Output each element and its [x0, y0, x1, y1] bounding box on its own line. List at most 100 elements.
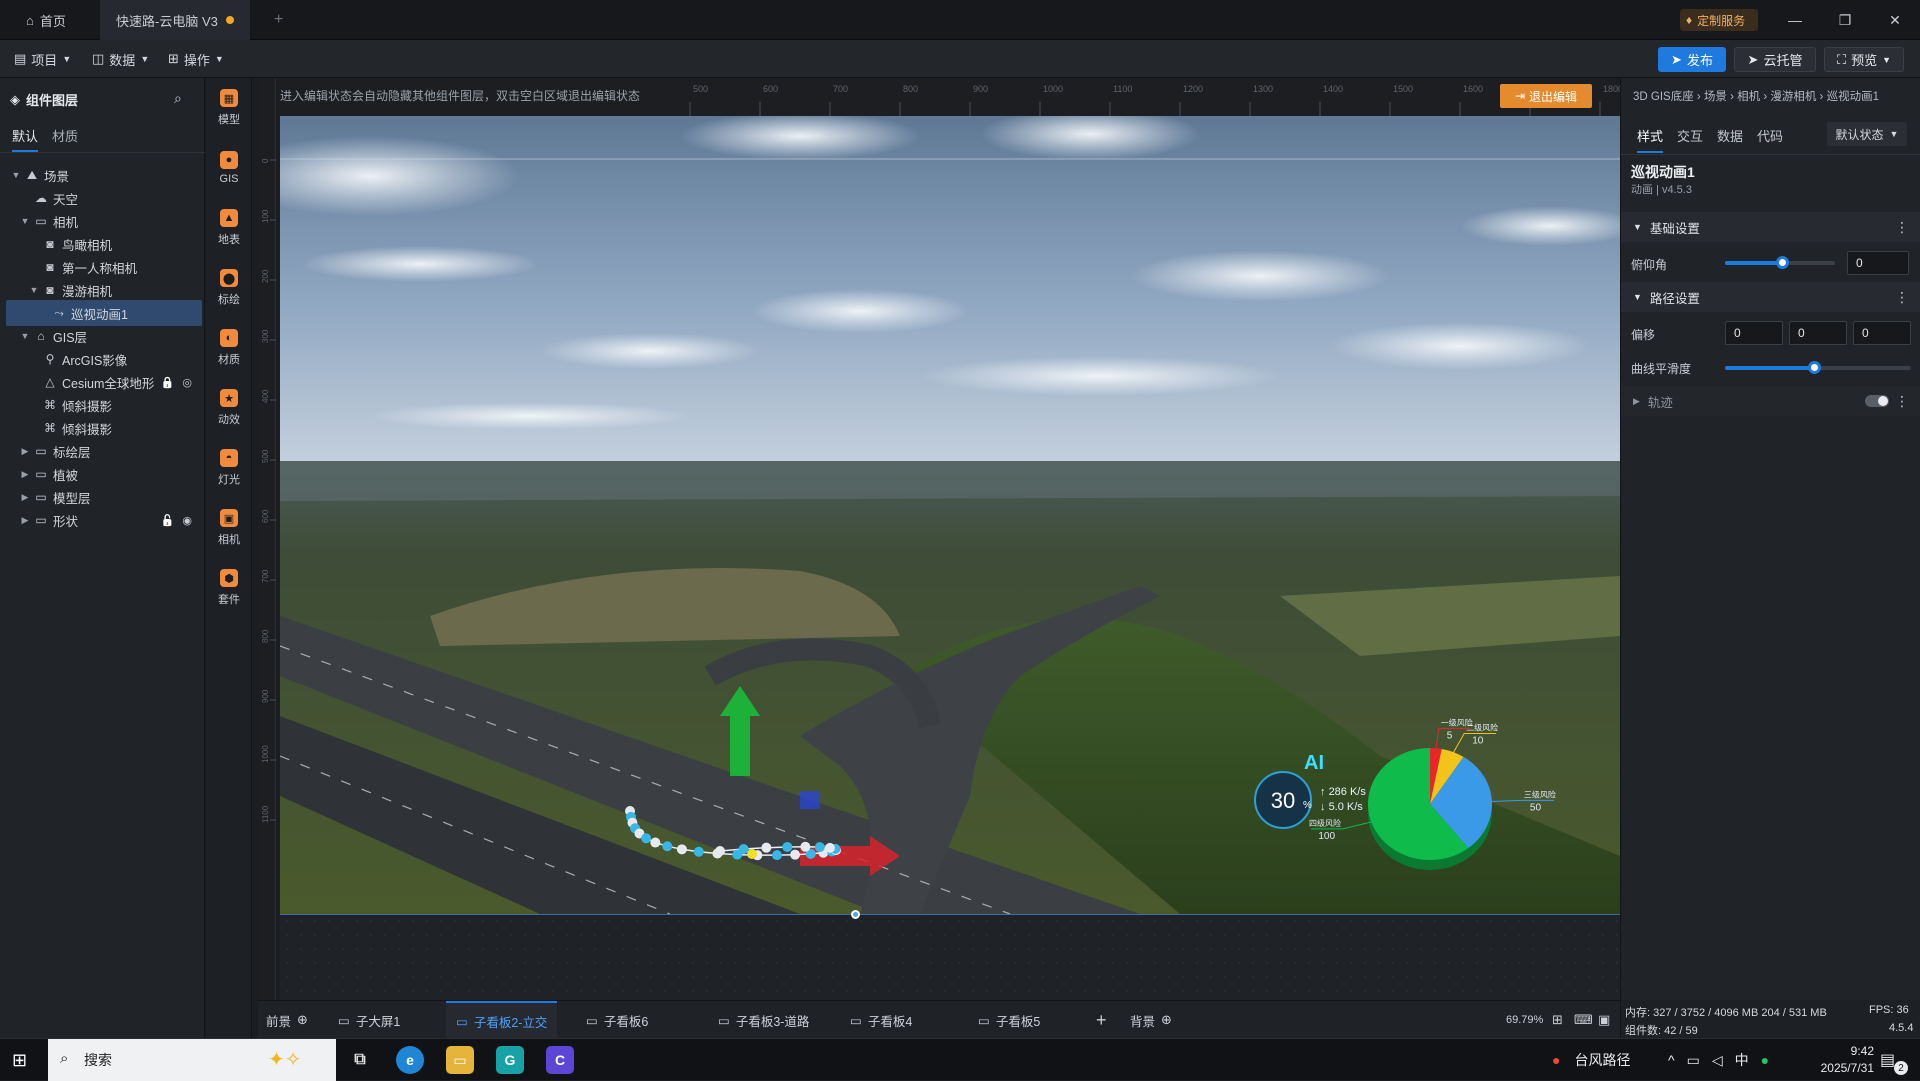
keyboard-icon[interactable]: ⌨ — [1574, 1001, 1593, 1039]
tab-style[interactable]: 样式 — [1637, 126, 1664, 153]
patrol-waypoint[interactable] — [761, 842, 772, 853]
state-select[interactable]: 默认状态 ▼ — [1827, 122, 1907, 146]
tab-material[interactable]: 材质 — [52, 126, 78, 145]
clock[interactable]: 9:42 2025/7/31 — [1802, 1043, 1874, 1077]
app-g-icon[interactable]: G — [496, 1046, 524, 1074]
more-icon[interactable]: ⋮ — [1895, 219, 1909, 236]
minimize-button[interactable]: — — [1772, 0, 1818, 40]
collapse-arrow-icon[interactable]: ▶ — [19, 446, 31, 457]
ime-indicator[interactable]: 中 — [1735, 1050, 1749, 1070]
publish-button[interactable]: ➤ 发布 — [1658, 47, 1726, 72]
patrol-waypoint[interactable] — [641, 833, 652, 844]
rail-item[interactable]: ◐ 材质 — [206, 320, 252, 376]
tab-home[interactable]: ⌂ 首页 — [10, 0, 90, 40]
expand-arrow-icon[interactable]: ▼ — [19, 331, 31, 341]
network-icon[interactable]: ▭ — [1687, 1052, 1700, 1069]
expand-arrow-icon[interactable]: ▼ — [28, 285, 40, 295]
menu-operation[interactable]: ⊞ 操作 ▼ — [168, 48, 224, 70]
volume-icon[interactable]: ◁ — [1712, 1052, 1723, 1069]
collapse-arrow-icon[interactable]: ▶ — [19, 515, 31, 526]
file-explorer-icon[interactable]: ▭ — [446, 1046, 474, 1074]
patrol-waypoint[interactable] — [676, 844, 687, 855]
trail-toggle[interactable] — [1865, 395, 1889, 407]
windows-start-icon[interactable]: ⊞ — [12, 1050, 27, 1071]
tab-interaction[interactable]: 交互 — [1677, 126, 1703, 145]
edge-browser-icon[interactable]: e — [396, 1046, 424, 1074]
eye-icon[interactable]: ◉ — [182, 514, 192, 527]
custom-service-button[interactable]: ♦ 定制服务 — [1680, 9, 1758, 31]
chevron-up-icon[interactable]: ^ — [1668, 1052, 1675, 1068]
offset-x-input[interactable]: 0 — [1725, 321, 1783, 345]
foreground-tab[interactable]: 前景 ⊕ — [266, 1001, 308, 1039]
patrol-current-point[interactable] — [747, 849, 757, 859]
menu-data[interactable]: ◫ 数据 ▼ — [92, 48, 149, 70]
search-icon[interactable]: ⌕ — [174, 90, 182, 107]
add-circle-icon[interactable]: ⊕ — [297, 1012, 308, 1028]
pitch-input[interactable]: 0 — [1847, 251, 1909, 275]
patrol-waypoint[interactable] — [824, 842, 835, 853]
canvas-empty-area[interactable] — [280, 910, 1620, 1000]
add-circle-icon[interactable]: ⊕ — [1161, 1012, 1172, 1028]
exit-edit-button[interactable]: ⇥ 退出编辑 — [1500, 84, 1592, 108]
lock-icon[interactable]: 🔒 — [161, 376, 175, 389]
section-trail[interactable]: ▶ 轨迹 ⋮ — [1621, 386, 1920, 416]
taskbar-search[interactable]: ⌕ 搜索 ✦✧ — [48, 1039, 336, 1081]
screen-tab[interactable]: ▭ 子看板2-立交 — [446, 1001, 558, 1039]
resize-handle[interactable] — [851, 910, 860, 919]
rail-item[interactable]: ★ 动效 — [206, 380, 252, 436]
smooth-slider-knob[interactable] — [1808, 361, 1822, 374]
add-screen-button[interactable]: + — [1096, 1001, 1107, 1039]
tab-data[interactable]: 数据 — [1717, 126, 1743, 145]
pitch-slider[interactable] — [1725, 256, 1835, 269]
preview-button[interactable]: ⛶ 预览 ▼ — [1824, 47, 1904, 72]
restore-button[interactable]: ❐ — [1822, 0, 1868, 40]
notification-icon[interactable]: ▤ — [1880, 1050, 1895, 1070]
rail-item[interactable]: ● GIS — [206, 140, 252, 196]
tab-default[interactable]: 默认 — [12, 126, 39, 152]
terminal-icon[interactable]: ▣ — [1598, 1001, 1610, 1039]
background-tab[interactable]: 背景 ⊕ — [1130, 1001, 1172, 1039]
close-button[interactable]: ✕ — [1872, 0, 1918, 40]
screen-tab[interactable]: ▭ 子看板5 — [968, 1001, 1050, 1039]
screen-tab[interactable]: ▭ 子看板3-道路 — [708, 1001, 819, 1039]
task-view-icon[interactable]: ⧉ — [346, 1046, 374, 1074]
weather-widget[interactable]: ● 台风路径 — [1552, 1039, 1630, 1081]
patrol-waypoint[interactable] — [814, 842, 825, 853]
rail-item[interactable]: ⬢ 套件 — [206, 560, 252, 616]
new-tab-button[interactable]: + — [258, 0, 292, 40]
patrol-waypoint[interactable] — [800, 841, 811, 852]
section-path[interactable]: ▼ 路径设置 ⋮ — [1621, 282, 1920, 312]
patrol-waypoint[interactable] — [650, 837, 661, 848]
collapse-arrow-icon[interactable]: ▶ — [19, 492, 31, 503]
screen-tab[interactable]: ▭ 子大屏1 — [328, 1001, 410, 1039]
more-icon[interactable]: ⋮ — [1895, 393, 1909, 410]
menu-project[interactable]: ▤ 项目 ▼ — [14, 48, 71, 70]
pitch-slider-knob[interactable] — [1776, 256, 1790, 269]
cloud-host-button[interactable]: ➤ 云托管 — [1734, 47, 1816, 72]
patrol-waypoint[interactable] — [782, 841, 793, 852]
rail-item[interactable]: ◓ 灯光 — [206, 440, 252, 496]
wechat-icon[interactable]: ● — [1761, 1052, 1769, 1068]
fit-screen-icon[interactable]: ⊞ — [1552, 1001, 1563, 1039]
patrol-waypoint[interactable] — [772, 850, 782, 861]
tab-code[interactable]: 代码 — [1757, 126, 1783, 145]
rail-item[interactable]: ▲ 地表 — [206, 200, 252, 256]
expand-arrow-icon[interactable]: ▼ — [19, 216, 31, 226]
app-c-icon[interactable]: C — [546, 1046, 574, 1074]
eye-off-icon[interactable]: ◎ — [182, 376, 192, 389]
rail-item[interactable]: ▦ 模型 — [206, 80, 252, 136]
rail-item[interactable]: ▣ 相机 — [206, 500, 252, 556]
system-tray[interactable]: ^ ▭ ◁ 中 ● — [1668, 1039, 1769, 1081]
tree-item[interactable]: ▶ ▭ 形状 🔓 ◉ — [6, 507, 202, 533]
scene-viewport[interactable]: 30 % AI ↑ 286 K/s ↓ 5.0 K/s 一级风险 5 二级风险 10 三… — [280, 116, 1620, 914]
smooth-slider[interactable] — [1725, 361, 1911, 374]
tab-project[interactable]: 快速路-云电脑 V3 — [100, 0, 250, 40]
patrol-waypoint[interactable] — [790, 849, 801, 860]
more-icon[interactable]: ⋮ — [1895, 289, 1909, 306]
offset-z-input[interactable]: 0 — [1853, 321, 1911, 345]
patrol-waypoint[interactable] — [738, 844, 749, 855]
unlock-icon[interactable]: 🔓 — [161, 514, 175, 527]
rail-item[interactable]: ⬤ 标绘 — [206, 260, 252, 316]
patrol-waypoint[interactable] — [693, 846, 704, 857]
collapse-arrow-icon[interactable]: ▶ — [19, 469, 31, 480]
